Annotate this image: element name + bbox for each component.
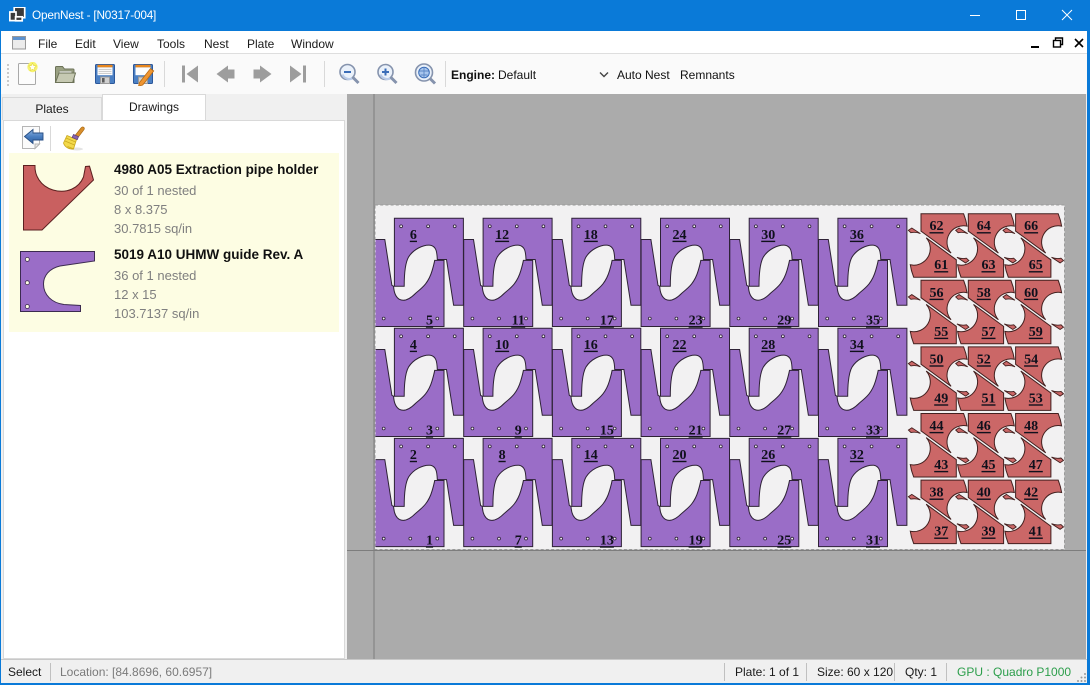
svg-text:7: 7 bbox=[515, 533, 522, 548]
svg-text:42: 42 bbox=[1024, 486, 1038, 501]
svg-text:61: 61 bbox=[934, 258, 948, 273]
svg-text:53: 53 bbox=[1029, 391, 1043, 406]
svg-text:37: 37 bbox=[934, 525, 948, 540]
svg-text:9: 9 bbox=[515, 423, 522, 438]
svg-text:5: 5 bbox=[426, 313, 433, 328]
svg-text:55: 55 bbox=[934, 325, 948, 340]
svg-text:66: 66 bbox=[1024, 219, 1038, 234]
svg-text:1: 1 bbox=[426, 533, 433, 548]
svg-text:15: 15 bbox=[600, 423, 614, 438]
svg-text:35: 35 bbox=[866, 313, 880, 328]
svg-text:33: 33 bbox=[866, 423, 880, 438]
svg-text:56: 56 bbox=[930, 286, 944, 301]
svg-text:26: 26 bbox=[761, 448, 775, 463]
svg-text:32: 32 bbox=[850, 448, 864, 463]
svg-text:49: 49 bbox=[934, 391, 948, 406]
svg-text:50: 50 bbox=[930, 352, 944, 367]
svg-text:36: 36 bbox=[850, 228, 864, 243]
svg-text:34: 34 bbox=[850, 338, 864, 353]
svg-text:60: 60 bbox=[1024, 286, 1038, 301]
svg-text:43: 43 bbox=[934, 458, 948, 473]
svg-text:31: 31 bbox=[866, 533, 880, 548]
svg-text:13: 13 bbox=[600, 533, 614, 548]
svg-text:46: 46 bbox=[977, 419, 991, 434]
svg-text:44: 44 bbox=[930, 419, 944, 434]
svg-text:14: 14 bbox=[584, 448, 598, 463]
svg-text:21: 21 bbox=[689, 423, 703, 438]
svg-text:18: 18 bbox=[584, 228, 598, 243]
svg-text:4: 4 bbox=[410, 338, 417, 353]
svg-text:62: 62 bbox=[930, 219, 944, 234]
svg-text:51: 51 bbox=[982, 391, 996, 406]
svg-text:6: 6 bbox=[410, 228, 417, 243]
svg-text:24: 24 bbox=[673, 228, 687, 243]
svg-text:12: 12 bbox=[495, 228, 509, 243]
svg-text:39: 39 bbox=[982, 525, 996, 540]
svg-text:11: 11 bbox=[512, 313, 525, 328]
svg-text:48: 48 bbox=[1024, 419, 1038, 434]
svg-text:29: 29 bbox=[777, 313, 791, 328]
svg-text:41: 41 bbox=[1029, 525, 1043, 540]
svg-text:20: 20 bbox=[673, 448, 687, 463]
svg-text:52: 52 bbox=[977, 352, 991, 367]
svg-text:38: 38 bbox=[930, 486, 944, 501]
svg-text:65: 65 bbox=[1029, 258, 1043, 273]
svg-text:10: 10 bbox=[495, 338, 509, 353]
svg-text:40: 40 bbox=[977, 486, 991, 501]
svg-text:3: 3 bbox=[426, 423, 433, 438]
svg-text:45: 45 bbox=[982, 458, 996, 473]
svg-text:63: 63 bbox=[982, 258, 996, 273]
svg-text:23: 23 bbox=[689, 313, 703, 328]
svg-text:25: 25 bbox=[777, 533, 791, 548]
svg-text:17: 17 bbox=[600, 313, 614, 328]
svg-text:22: 22 bbox=[673, 338, 687, 353]
svg-text:28: 28 bbox=[761, 338, 775, 353]
svg-text:16: 16 bbox=[584, 338, 598, 353]
svg-text:58: 58 bbox=[977, 286, 991, 301]
svg-text:8: 8 bbox=[499, 448, 506, 463]
svg-text:2: 2 bbox=[410, 448, 417, 463]
svg-text:54: 54 bbox=[1024, 352, 1038, 367]
svg-text:64: 64 bbox=[977, 219, 991, 234]
svg-text:30: 30 bbox=[761, 228, 775, 243]
svg-text:59: 59 bbox=[1029, 325, 1043, 340]
svg-text:57: 57 bbox=[982, 325, 996, 340]
svg-text:47: 47 bbox=[1029, 458, 1043, 473]
svg-text:19: 19 bbox=[689, 533, 703, 548]
svg-text:27: 27 bbox=[777, 423, 791, 438]
